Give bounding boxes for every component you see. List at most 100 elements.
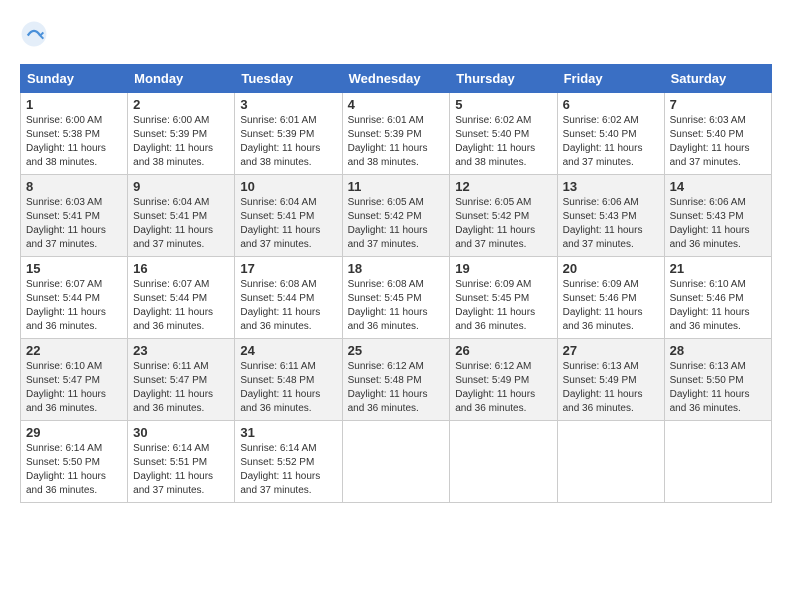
day-info: Sunrise: 6:01 AM Sunset: 5:39 PM Dayligh… xyxy=(240,114,336,170)
day-number: 10 xyxy=(240,179,336,194)
day-info: Sunrise: 6:14 AM Sunset: 5:50 PM Dayligh… xyxy=(26,442,122,498)
day-info: Sunrise: 6:09 AM Sunset: 5:46 PM Dayligh… xyxy=(563,278,659,334)
day-info: Sunrise: 6:12 AM Sunset: 5:49 PM Dayligh… xyxy=(455,360,551,416)
day-info: Sunrise: 6:13 AM Sunset: 5:50 PM Dayligh… xyxy=(670,360,766,416)
calendar-cell: 15 Sunrise: 6:07 AM Sunset: 5:44 PM Dayli… xyxy=(21,257,128,339)
day-info: Sunrise: 6:10 AM Sunset: 5:47 PM Dayligh… xyxy=(26,360,122,416)
calendar-week-row: 8 Sunrise: 6:03 AM Sunset: 5:41 PM Daylig… xyxy=(21,175,772,257)
day-info: Sunrise: 6:04 AM Sunset: 5:41 PM Dayligh… xyxy=(133,196,229,252)
day-info: Sunrise: 6:14 AM Sunset: 5:51 PM Dayligh… xyxy=(133,442,229,498)
day-number: 20 xyxy=(563,261,659,276)
day-info: Sunrise: 6:01 AM Sunset: 5:39 PM Dayligh… xyxy=(348,114,445,170)
day-number: 15 xyxy=(26,261,122,276)
day-info: Sunrise: 6:12 AM Sunset: 5:48 PM Dayligh… xyxy=(348,360,445,416)
day-number: 12 xyxy=(455,179,551,194)
calendar-cell: 17 Sunrise: 6:08 AM Sunset: 5:44 PM Dayli… xyxy=(235,257,342,339)
col-header-wednesday: Wednesday xyxy=(342,65,450,93)
day-info: Sunrise: 6:03 AM Sunset: 5:41 PM Dayligh… xyxy=(26,196,122,252)
calendar-cell: 30 Sunrise: 6:14 AM Sunset: 5:51 PM Dayli… xyxy=(128,421,235,503)
day-number: 1 xyxy=(26,97,122,112)
day-number: 9 xyxy=(133,179,229,194)
day-info: Sunrise: 6:00 AM Sunset: 5:39 PM Dayligh… xyxy=(133,114,229,170)
logo xyxy=(20,20,52,48)
col-header-friday: Friday xyxy=(557,65,664,93)
day-number: 8 xyxy=(26,179,122,194)
day-info: Sunrise: 6:05 AM Sunset: 5:42 PM Dayligh… xyxy=(455,196,551,252)
day-number: 29 xyxy=(26,425,122,440)
day-info: Sunrise: 6:04 AM Sunset: 5:41 PM Dayligh… xyxy=(240,196,336,252)
day-number: 26 xyxy=(455,343,551,358)
day-number: 28 xyxy=(670,343,766,358)
day-info: Sunrise: 6:09 AM Sunset: 5:45 PM Dayligh… xyxy=(455,278,551,334)
calendar-cell: 9 Sunrise: 6:04 AM Sunset: 5:41 PM Daylig… xyxy=(128,175,235,257)
day-info: Sunrise: 6:07 AM Sunset: 5:44 PM Dayligh… xyxy=(26,278,122,334)
day-info: Sunrise: 6:08 AM Sunset: 5:45 PM Dayligh… xyxy=(348,278,445,334)
calendar-cell: 8 Sunrise: 6:03 AM Sunset: 5:41 PM Daylig… xyxy=(21,175,128,257)
calendar-cell: 18Sunrise: 6:08 AM Sunset: 5:45 PM Dayli… xyxy=(342,257,450,339)
calendar-cell: 14 Sunrise: 6:06 AM Sunset: 5:43 PM Dayli… xyxy=(664,175,771,257)
day-info: Sunrise: 6:07 AM Sunset: 5:44 PM Dayligh… xyxy=(133,278,229,334)
calendar-cell: 10 Sunrise: 6:04 AM Sunset: 5:41 PM Dayli… xyxy=(235,175,342,257)
col-header-monday: Monday xyxy=(128,65,235,93)
day-info: Sunrise: 6:05 AM Sunset: 5:42 PM Dayligh… xyxy=(348,196,445,252)
day-number: 17 xyxy=(240,261,336,276)
calendar-week-row: 22Sunrise: 6:10 AM Sunset: 5:47 PM Dayli… xyxy=(21,339,772,421)
calendar-cell: 4 Sunrise: 6:01 AM Sunset: 5:39 PM Daylig… xyxy=(342,93,450,175)
calendar-cell: 20 Sunrise: 6:09 AM Sunset: 5:46 PM Dayli… xyxy=(557,257,664,339)
calendar-cell: 22Sunrise: 6:10 AM Sunset: 5:47 PM Dayli… xyxy=(21,339,128,421)
day-info: Sunrise: 6:06 AM Sunset: 5:43 PM Dayligh… xyxy=(563,196,659,252)
day-number: 30 xyxy=(133,425,229,440)
day-number: 19 xyxy=(455,261,551,276)
day-info: Sunrise: 6:06 AM Sunset: 5:43 PM Dayligh… xyxy=(670,196,766,252)
calendar-week-row: 1Sunrise: 6:00 AM Sunset: 5:38 PM Daylig… xyxy=(21,93,772,175)
calendar-week-row: 29 Sunrise: 6:14 AM Sunset: 5:50 PM Dayli… xyxy=(21,421,772,503)
day-number: 5 xyxy=(455,97,551,112)
logo-icon xyxy=(20,20,48,48)
day-number: 11 xyxy=(348,179,445,194)
calendar-cell: 21Sunrise: 6:10 AM Sunset: 5:46 PM Dayli… xyxy=(664,257,771,339)
calendar-cell: 27Sunrise: 6:13 AM Sunset: 5:49 PM Dayli… xyxy=(557,339,664,421)
calendar-cell: 19 Sunrise: 6:09 AM Sunset: 5:45 PM Dayli… xyxy=(450,257,557,339)
day-info: Sunrise: 6:13 AM Sunset: 5:49 PM Dayligh… xyxy=(563,360,659,416)
calendar-cell: 16Sunrise: 6:07 AM Sunset: 5:44 PM Dayli… xyxy=(128,257,235,339)
day-number: 31 xyxy=(240,425,336,440)
day-info: Sunrise: 6:11 AM Sunset: 5:48 PM Dayligh… xyxy=(240,360,336,416)
calendar-cell: 29 Sunrise: 6:14 AM Sunset: 5:50 PM Dayli… xyxy=(21,421,128,503)
day-number: 23 xyxy=(133,343,229,358)
col-header-sunday: Sunday xyxy=(21,65,128,93)
calendar-cell xyxy=(342,421,450,503)
calendar-cell: 2 Sunrise: 6:00 AM Sunset: 5:39 PM Daylig… xyxy=(128,93,235,175)
day-info: Sunrise: 6:02 AM Sunset: 5:40 PM Dayligh… xyxy=(563,114,659,170)
day-number: 6 xyxy=(563,97,659,112)
day-info: Sunrise: 6:03 AM Sunset: 5:40 PM Dayligh… xyxy=(670,114,766,170)
calendar-cell: 12 Sunrise: 6:05 AM Sunset: 5:42 PM Dayli… xyxy=(450,175,557,257)
calendar-cell: 7 Sunrise: 6:03 AM Sunset: 5:40 PM Daylig… xyxy=(664,93,771,175)
day-number: 3 xyxy=(240,97,336,112)
day-info: Sunrise: 6:08 AM Sunset: 5:44 PM Dayligh… xyxy=(240,278,336,334)
calendar-cell: 26 Sunrise: 6:12 AM Sunset: 5:49 PM Dayli… xyxy=(450,339,557,421)
day-number: 4 xyxy=(348,97,445,112)
calendar-cell: 31 Sunrise: 6:14 AM Sunset: 5:52 PM Dayli… xyxy=(235,421,342,503)
day-number: 24 xyxy=(240,343,336,358)
calendar-cell xyxy=(664,421,771,503)
col-header-tuesday: Tuesday xyxy=(235,65,342,93)
day-number: 13 xyxy=(563,179,659,194)
calendar-cell xyxy=(557,421,664,503)
day-info: Sunrise: 6:14 AM Sunset: 5:52 PM Dayligh… xyxy=(240,442,336,498)
col-header-saturday: Saturday xyxy=(664,65,771,93)
calendar-cell: 24 Sunrise: 6:11 AM Sunset: 5:48 PM Dayli… xyxy=(235,339,342,421)
calendar-week-row: 15 Sunrise: 6:07 AM Sunset: 5:44 PM Dayli… xyxy=(21,257,772,339)
calendar-header-row: SundayMondayTuesdayWednesdayThursdayFrid… xyxy=(21,65,772,93)
day-number: 14 xyxy=(670,179,766,194)
col-header-thursday: Thursday xyxy=(450,65,557,93)
calendar-table: SundayMondayTuesdayWednesdayThursdayFrid… xyxy=(20,64,772,503)
day-info: Sunrise: 6:11 AM Sunset: 5:47 PM Dayligh… xyxy=(133,360,229,416)
day-number: 25 xyxy=(348,343,445,358)
calendar-cell: 25 Sunrise: 6:12 AM Sunset: 5:48 PM Dayli… xyxy=(342,339,450,421)
calendar-cell: 3 Sunrise: 6:01 AM Sunset: 5:39 PM Daylig… xyxy=(235,93,342,175)
calendar-cell: 6 Sunrise: 6:02 AM Sunset: 5:40 PM Daylig… xyxy=(557,93,664,175)
day-number: 2 xyxy=(133,97,229,112)
calendar-cell: 23 Sunrise: 6:11 AM Sunset: 5:47 PM Dayli… xyxy=(128,339,235,421)
day-number: 7 xyxy=(670,97,766,112)
calendar-cell: 11 Sunrise: 6:05 AM Sunset: 5:42 PM Dayli… xyxy=(342,175,450,257)
